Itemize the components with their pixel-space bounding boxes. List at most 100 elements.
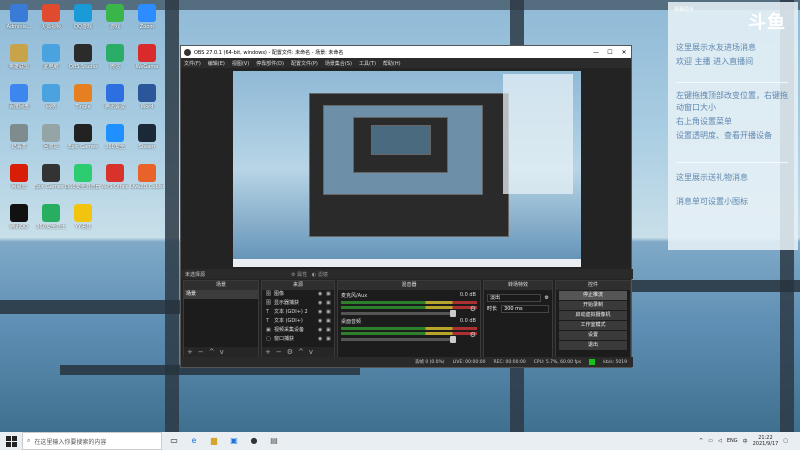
desktop-icon[interactable]: 回收站 [34, 124, 68, 150]
desktop-icon[interactable]: QQ游戏 [66, 4, 100, 30]
eye-icon[interactable]: ◉ [318, 335, 326, 344]
desktop-icon[interactable]: Zoom [130, 4, 164, 30]
start-recording-button[interactable]: 开始录制 [559, 301, 627, 310]
desktop-icon[interactable]: 360安全 [98, 124, 132, 150]
desktop-icon[interactable]: 此电脑 [34, 44, 68, 70]
desktop-icon[interactable]: Tingle [66, 84, 100, 110]
remove-icon[interactable]: − [198, 348, 204, 356]
exit-button[interactable]: 退出 [559, 341, 627, 350]
chevron-up-icon[interactable]: ^ [699, 438, 703, 444]
desktop-icon[interactable]: 360安全浏览器 [66, 164, 100, 190]
desktop-icon[interactable]: 百度网盘 [2, 84, 36, 110]
volume-slider[interactable] [341, 336, 456, 343]
add-icon[interactable]: + [265, 348, 271, 356]
task-view-icon[interactable]: ▭ [166, 435, 182, 447]
lock-icon[interactable]: ▣ [326, 308, 334, 317]
menu-help[interactable]: 帮助(H) [383, 60, 401, 67]
desktop-icon[interactable]: 腾讯QQ [2, 204, 36, 230]
up-arrow-icon[interactable]: ^ [298, 348, 304, 356]
desktop-icon[interactable]: Live2D Cubism [130, 164, 164, 190]
settings-button[interactable]: 设置 [559, 331, 627, 340]
up-arrow-icon[interactable]: ^ [209, 348, 215, 356]
volume-icon[interactable]: ◁ [718, 438, 722, 444]
source-item[interactable]: 图显示器捕获 ◉ ▣ [262, 299, 334, 308]
desktop-icon[interactable]: 游戏 [98, 4, 132, 30]
eye-icon[interactable]: ◉ [318, 326, 326, 335]
clock[interactable]: 21:22 2021/9/17 [753, 435, 779, 447]
eye-icon[interactable]: ◉ [318, 299, 326, 308]
eye-icon[interactable]: ◉ [318, 290, 326, 299]
desktop-icon[interactable]: 腾讯会议 [98, 84, 132, 110]
source-item[interactable]: 图图像 ◉ ▣ [262, 290, 334, 299]
gear-icon[interactable]: ⚙ [291, 272, 295, 278]
lock-icon[interactable]: ▣ [326, 299, 334, 308]
virtual-camera-button[interactable]: 启动虚拟摄像机 [559, 311, 627, 320]
volume-slider[interactable] [341, 310, 456, 317]
gear-icon[interactable]: ⚙ [470, 305, 476, 313]
menu-tools[interactable]: 工具(T) [359, 60, 376, 67]
obs-taskbar-icon[interactable]: ● [246, 435, 262, 447]
transition-select[interactable]: 淡出 [487, 293, 541, 302]
desktop-icon[interactable]: YY语音 [66, 204, 100, 230]
down-arrow-icon[interactable]: v [220, 348, 224, 356]
language-indicator[interactable]: ENG [727, 438, 738, 444]
lock-icon[interactable]: ▣ [326, 290, 334, 299]
eye-icon[interactable]: ◉ [318, 317, 326, 326]
properties-button[interactable]: 属性 [297, 272, 307, 278]
desktop-icon[interactable]: 微信 [98, 44, 132, 70]
filters-button[interactable]: 滤镜 [318, 272, 328, 278]
source-item[interactable]: T 文本 (GDI+) 2 ◉ ▣ [262, 308, 334, 317]
desktop-icon[interactable]: 火狐视频 [34, 4, 68, 30]
slider-knob[interactable] [449, 336, 456, 343]
network-icon[interactable]: ▭ [708, 438, 713, 444]
studio-mode-button[interactable]: 工作室模式 [559, 321, 627, 330]
desktop-icon[interactable]: 网易云 [2, 164, 36, 190]
gear-icon[interactable]: ⚙ [287, 348, 293, 356]
eye-icon[interactable]: ◉ [318, 308, 326, 317]
desktop-icon[interactable]: Epic Games [66, 124, 100, 150]
obs-preview-canvas[interactable] [233, 71, 581, 267]
file-explorer-icon[interactable]: ▆ [206, 435, 222, 447]
lock-icon[interactable]: ▣ [326, 317, 334, 326]
desktop-icon[interactable]: WPS Office [98, 164, 132, 190]
gear-icon[interactable]: ⚙ [470, 331, 476, 339]
desktop-icon[interactable]: WeGame [130, 44, 164, 70]
down-arrow-icon[interactable]: v [309, 348, 313, 356]
obs-titlebar[interactable]: OBS 27.0.1 (64-bit, windows) - 配置文件: 未命名… [181, 46, 631, 58]
desktop-icon[interactable]: OBS Studio [66, 44, 100, 70]
minimize-icon[interactable]: — [589, 49, 603, 56]
scene-item[interactable]: 场景 [184, 290, 258, 299]
desktop-icon[interactable]: 360安全卫士 [34, 204, 68, 230]
desktop-icon[interactable]: Word [130, 84, 164, 110]
filter-icon[interactable]: ◐ [312, 272, 316, 278]
desktop-icon[interactable]: 网络 [34, 84, 68, 110]
menu-profile[interactable]: 配置文件(P) [291, 60, 318, 67]
close-icon[interactable]: ✕ [617, 49, 631, 56]
menu-file[interactable]: 文件(F) [184, 60, 201, 67]
lock-icon[interactable]: ▣ [326, 326, 334, 335]
remove-icon[interactable]: − [276, 348, 282, 356]
source-item[interactable]: ▢ 窗口捕获 ◉ ▣ [262, 335, 334, 344]
lock-icon[interactable]: ▣ [326, 335, 334, 344]
store-icon[interactable]: ▣ [226, 435, 242, 447]
desktop-icon[interactable]: Epic Games Launcher [34, 164, 68, 190]
start-button[interactable] [0, 432, 22, 450]
edge-browser-icon[interactable]: e [186, 435, 202, 447]
menu-docks[interactable]: 停靠部件(D) [256, 60, 284, 67]
gear-icon[interactable]: ⚙ [545, 295, 549, 301]
notification-icon[interactable]: ▢ [783, 438, 788, 444]
menu-scene-collection[interactable]: 场景集合(S) [325, 60, 352, 67]
input-method-icon[interactable]: 中 [743, 438, 748, 445]
source-item[interactable]: T 文本 (GDI+) ◉ ▣ [262, 317, 334, 326]
source-item[interactable]: ▣ 视频采集设备 ◉ ▣ [262, 326, 334, 335]
menu-view[interactable]: 视图(V) [232, 60, 249, 67]
desktop-icon[interactable]: Steam [130, 124, 164, 150]
taskbar-search[interactable]: ⌕ 在这里输入你要搜索的内容 [22, 432, 162, 450]
app-taskbar-icon[interactable]: ▤ [266, 435, 282, 447]
maximize-icon[interactable]: ☐ [603, 49, 617, 56]
desktop-icon[interactable]: 英雄联盟 [2, 44, 36, 70]
obs-window[interactable]: OBS 27.0.1 (64-bit, windows) - 配置文件: 未命名… [180, 45, 633, 368]
desktop-icon[interactable]: 记事本 [2, 124, 36, 150]
stop-streaming-button[interactable]: 停止推流 [559, 291, 627, 300]
duration-input[interactable]: 300 ms [501, 304, 549, 313]
